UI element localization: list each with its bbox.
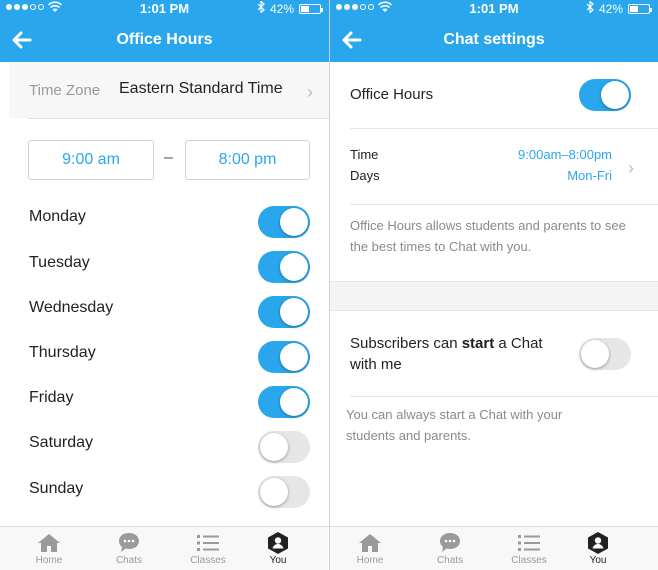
day-label-wednesday: Wednesday (29, 299, 114, 316)
tab-label: Classes (511, 555, 547, 566)
start-time-field[interactable]: 9:00 am (28, 140, 154, 180)
divider (350, 128, 658, 129)
subscribers-description: You can always start a Chat with your st… (346, 407, 563, 443)
chats-icon (420, 531, 480, 555)
tab-you[interactable]: You (248, 531, 308, 566)
day-label-monday: Monday (29, 208, 86, 225)
time-zone-row[interactable]: Time Zone Eastern Standard Time › (9, 62, 329, 118)
section-separator (330, 281, 658, 311)
office-hours-label: Office Hours (350, 86, 434, 103)
divider (350, 396, 658, 397)
tab-label: You (269, 555, 287, 566)
you-icon (248, 531, 308, 555)
divider (28, 118, 329, 119)
sunday-toggle[interactable] (258, 476, 310, 508)
battery-icon (299, 3, 323, 14)
tab-home[interactable]: Home (19, 531, 79, 566)
thursday-toggle[interactable] (258, 341, 310, 373)
nav-bar: Office Hours (0, 18, 329, 62)
office-hours-screen: 1:01 PM 42% Office Hours Time Zone Easte… (0, 0, 329, 570)
you-icon (568, 531, 628, 555)
chats-icon (99, 531, 159, 555)
bluetooth-icon (257, 0, 265, 16)
tab-bar: Home Chats Classes You (0, 526, 329, 570)
tuesday-toggle[interactable] (258, 251, 310, 283)
classes-icon (499, 531, 559, 555)
friday-toggle[interactable] (258, 386, 310, 418)
battery-icon (628, 3, 652, 14)
battery-percent: 42% (598, 1, 623, 16)
day-label-friday: Friday (29, 389, 74, 406)
battery-percent: 42% (269, 1, 294, 16)
tab-home[interactable]: Home (340, 531, 400, 566)
nav-bar: Chat settings (330, 18, 658, 62)
page-title: Office Hours (116, 31, 213, 48)
tab-classes[interactable]: Classes (178, 531, 238, 566)
subscribers-toggle[interactable] (579, 338, 631, 370)
status-bar: 1:01 PM 42% (330, 0, 658, 18)
day-label-sunday: Sunday (29, 480, 84, 497)
page-title: Chat settings (443, 31, 545, 48)
day-label-thursday: Thursday (29, 344, 96, 361)
tab-label: Chats (115, 555, 143, 566)
tab-you[interactable]: You (568, 531, 628, 566)
tab-label: Home (35, 555, 63, 566)
bluetooth-icon (586, 0, 594, 16)
days-label: Days (350, 168, 380, 183)
classes-icon (178, 531, 238, 555)
tab-label: Home (356, 555, 384, 566)
home-icon (340, 531, 400, 555)
tab-label: Classes (190, 555, 226, 566)
time-zone-label: Time Zone (29, 82, 101, 99)
wednesday-toggle[interactable] (258, 296, 310, 328)
saturday-toggle[interactable] (258, 431, 310, 463)
day-label-tuesday: Tuesday (29, 254, 90, 271)
office-hours-toggle[interactable] (579, 79, 631, 111)
tab-label: Chats (436, 555, 464, 566)
time-value: 9:00am–8:00pm (518, 147, 612, 162)
tab-classes[interactable]: Classes (499, 531, 559, 566)
tab-bar: Home Chats Classes You (330, 526, 658, 570)
monday-toggle[interactable] (258, 206, 310, 238)
chevron-right-icon: › (628, 158, 634, 178)
day-label-saturday: Saturday (29, 434, 94, 451)
status-bar: 1:01 PM 42% (0, 0, 329, 18)
divider (350, 204, 658, 205)
tab-label: You (589, 555, 607, 566)
chat-settings-screen: 1:01 PM 42% Chat settings Office Hours T… (330, 0, 658, 570)
time-range-dash: – (164, 149, 173, 166)
office-hours-description: Office Hours allows students and parents… (350, 218, 626, 254)
home-icon (19, 531, 79, 555)
time-zone-value: Eastern Standard Time (119, 80, 283, 97)
end-time-field[interactable]: 8:00 pm (185, 140, 310, 180)
chevron-right-icon: › (307, 82, 313, 102)
days-value: Mon-Fri (567, 168, 612, 183)
subscribers-label: Subscribers can start a Chat with me (350, 335, 543, 373)
tab-chats[interactable]: Chats (420, 531, 480, 566)
time-label: Time (350, 147, 379, 162)
tab-chats[interactable]: Chats (99, 531, 159, 566)
